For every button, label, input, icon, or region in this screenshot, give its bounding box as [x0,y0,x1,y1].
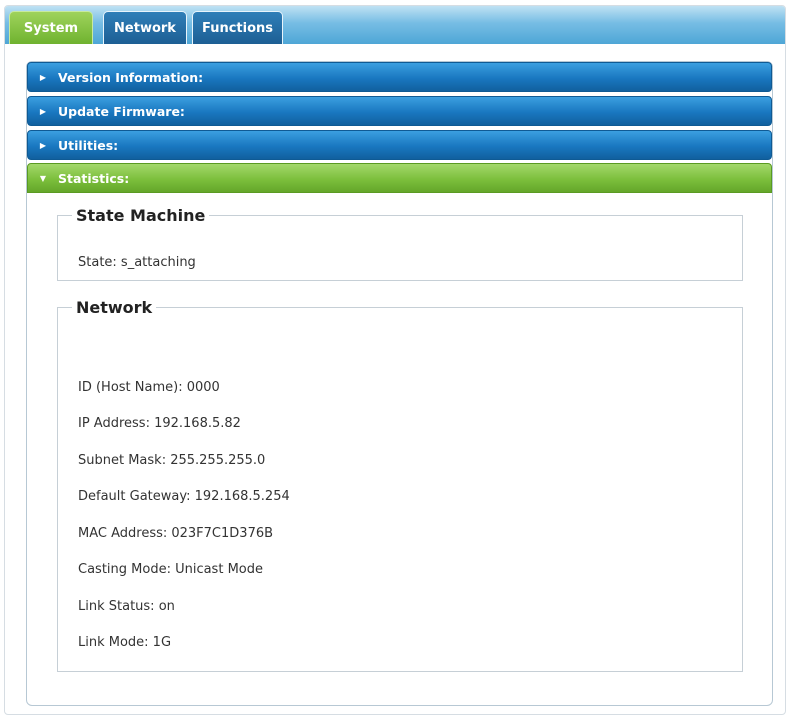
caret-right-icon: ▶ [39,140,47,150]
state-value: State: s_attaching [78,255,196,270]
default-gateway-value: Default Gateway: 192.168.5.254 [78,489,290,504]
mac-address-value: MAC Address: 023F7C1D376B [78,526,274,541]
caret-down-icon: ▼ [39,173,47,183]
app-frame: System Network Functions ▶ Version Infor… [4,5,786,715]
tab-system[interactable]: System [9,11,93,44]
host-name-value: ID (Host Name): 0000 [78,380,220,395]
accordion-label: Update Firmware: [58,103,185,119]
system-panel: ▶ Version Information: ▶ Update Firmware… [26,61,773,706]
accordion-update-firmware[interactable]: ▶ Update Firmware: [27,96,772,126]
tab-network[interactable]: Network [103,11,187,44]
network-group: Network ID (Host Name): 0000 IP Address:… [57,298,743,672]
tab-functions[interactable]: Functions [192,11,283,44]
caret-right-icon: ▶ [39,72,47,82]
tab-bar: System Network Functions [5,6,785,44]
accordion-label: Statistics: [58,170,130,186]
state-machine-title: State Machine [76,206,206,225]
network-title: Network [76,298,153,317]
link-mode-value: Link Mode: 1G [78,635,172,650]
accordion-label: Utilities: [58,137,119,153]
link-status-value: Link Status: on [78,599,175,614]
caret-right-icon: ▶ [39,106,47,116]
subnet-mask-value: Subnet Mask: 255.255.255.0 [78,453,266,468]
accordion-utilities[interactable]: ▶ Utilities: [27,130,772,160]
accordion-statistics[interactable]: ▼ Statistics: [27,163,772,193]
casting-mode-value: Casting Mode: Unicast Mode [78,562,263,577]
accordion-label: Version Information: [58,69,204,85]
ip-address-value: IP Address: 192.168.5.82 [78,416,241,431]
accordion-version-information[interactable]: ▶ Version Information: [27,62,772,92]
state-machine-group: State Machine State: s_attaching [57,206,743,281]
